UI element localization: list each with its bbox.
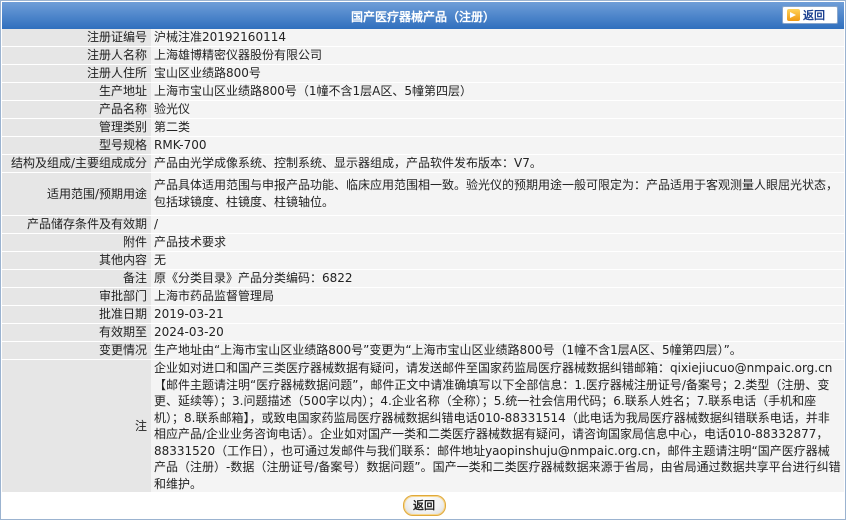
note-value: 企业如对进口和国产三类医疗器械数据有疑问，请发送邮件至国家药监局医疗器械数据纠错… [151,359,844,493]
field-label: 注册人名称 [2,46,151,65]
top-back-button[interactable]: 返回 [782,6,838,24]
field-value: 2019-03-21 [151,305,844,324]
table-row: 其他内容无 [2,251,844,270]
page-title: 国产医疗器械产品（注册） [350,10,495,24]
title-bar: 国产医疗器械产品（注册） 返回 [2,2,844,29]
field-label: 适用范围/预期用途 [2,172,151,216]
field-value: 产品具体适用范围与申报产品功能、临床应用范围相一致。验光仪的预期用途一般可限定为… [151,172,844,216]
field-label: 产品储存条件及有效期 [2,215,151,234]
field-label: 管理类别 [2,118,151,137]
table-row: 批准日期 2019-03-21 [2,305,844,324]
field-value: 第二类 [151,118,844,137]
field-label: 注册证编号 [2,29,151,47]
table-row: 有效期至 2024-03-20 [2,323,844,342]
field-label: 注 [2,359,151,493]
field-value: RMK-700 [151,136,844,155]
field-label: 审批部门 [2,287,151,306]
table-row: 产品名称 验光仪 [2,100,844,119]
table-row: 注册证编号 沪械注准20192160114 [2,29,844,47]
field-label: 注册人住所 [2,64,151,83]
table-row: 附件 产品技术要求 [2,233,844,252]
field-label: 批准日期 [2,305,151,324]
table-row: 型号规格 RMK-700 [2,136,844,155]
field-label: 型号规格 [2,136,151,155]
field-label: 其他内容 [2,251,151,270]
arrow-right-icon [787,9,800,21]
table-row: 审批部门 上海市药品监督管理局 [2,287,844,306]
field-value: 上海市药品监督管理局 [151,287,844,306]
field-value: 验光仪 [151,100,844,119]
table-row: 管理类别 第二类 [2,118,844,137]
table-row: 适用范围/预期用途 产品具体适用范围与申报产品功能、临床应用范围相一致。验光仪的预… [2,172,844,216]
field-value: 原《分类目录》产品分类编码：6822 [151,269,844,288]
table-row: 生产地址 上海市宝山区业绩路800号（1幢不含1层A区、5幢第四层） [2,82,844,101]
top-back-label: 返回 [803,9,825,22]
field-label: 产品名称 [2,100,151,119]
table-row: 注企业如对进口和国产三类医疗器械数据有疑问，请发送邮件至国家药监局医疗器械数据纠… [2,359,844,493]
field-value: 沪械注准20192160114 [151,29,844,47]
field-value: 上海雄博精密仪器股份有限公司 [151,46,844,65]
field-value: 生产地址由“上海市宝山区业绩路800号”变更为“上海市宝山区业绩路800号（1幢… [151,341,844,360]
field-value: 上海市宝山区业绩路800号（1幢不含1层A区、5幢第四层） [151,82,844,101]
detail-table: 注册证编号 沪械注准20192160114 注册人名称 上海雄博精密仪器股份有限公司… [2,29,844,493]
table-row: 备注 原《分类目录》产品分类编码：6822 [2,269,844,288]
bottom-bar: 返回 [1,492,847,517]
field-label: 生产地址 [2,82,151,101]
field-value: 产品技术要求 [151,233,844,252]
field-label: 有效期至 [2,323,151,342]
field-value: 宝山区业绩路800号 [151,64,844,83]
table-row: 注册人名称 上海雄博精密仪器股份有限公司 [2,46,844,65]
field-label: 变更情况 [2,341,151,360]
field-label: 结构及组成/主要组成成分 [2,154,151,173]
field-value: / [151,215,844,234]
field-value: 2024-03-20 [151,323,844,342]
table-row: 产品储存条件及有效期 / [2,215,844,234]
table-row: 注册人住所 宝山区业绩路800号 [2,64,844,83]
detail-panel: 国产医疗器械产品（注册） 返回 注册证编号 沪械注准20192160114 注册人… [0,0,846,520]
field-label: 备注 [2,269,151,288]
table-row: 结构及组成/主要组成成分 产品由光学成像系统、控制系统、显示器组成，产品软件发布版… [2,154,844,173]
field-label: 附件 [2,233,151,252]
bottom-back-button[interactable]: 返回 [402,495,446,516]
field-value: 无 [151,251,844,270]
table-row: 变更情况 生产地址由“上海市宝山区业绩路800号”变更为“上海市宝山区业绩路800… [2,341,844,360]
field-value: 产品由光学成像系统、控制系统、显示器组成，产品软件发布版本：V7。 [151,154,844,173]
